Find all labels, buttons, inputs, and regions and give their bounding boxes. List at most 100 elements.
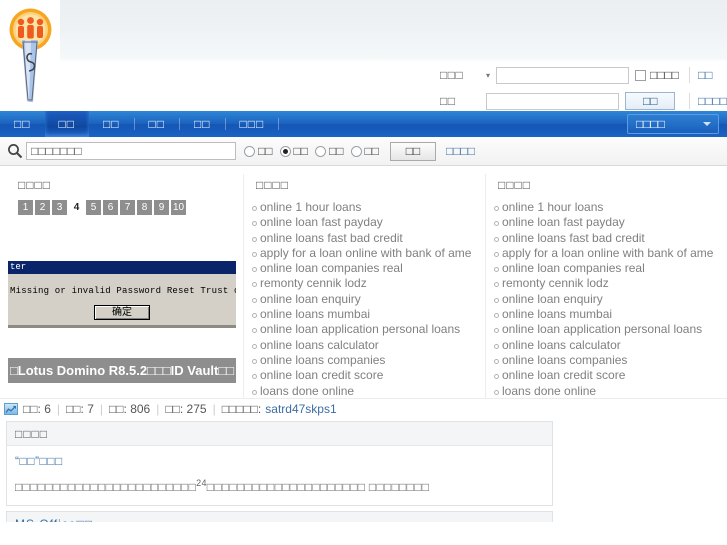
link-list-middle: online 1 hour loans online loan fast pay…	[246, 200, 485, 399]
nav-item-4[interactable]: □□	[180, 111, 225, 137]
list-item[interactable]: online loan credit score	[492, 368, 727, 383]
dialog-message: Missing or invalid Password Reset Trust …	[10, 286, 236, 296]
list-item[interactable]: online loans fast bad credit	[250, 231, 485, 246]
chevron-down-icon[interactable]: ▾	[480, 71, 496, 80]
list-item[interactable]: online loan enquiry	[250, 292, 485, 307]
panel-announcements: □□□□ “□□”□□□ □□□□□□□□□□□□□□□□□□□□□□□□24□…	[6, 421, 553, 506]
password-input[interactable]	[486, 92, 620, 110]
list-item[interactable]: online loan credit score	[250, 368, 485, 383]
divider	[689, 67, 690, 83]
header-form-row-1: □□□ ▾ □□□□ □□	[440, 62, 727, 88]
stat-1-value: 6	[44, 402, 51, 416]
announcement-desc-sup: 24	[196, 478, 207, 488]
page-button-current: 4	[73, 202, 80, 213]
search-radio-2[interactable]: □□	[315, 144, 344, 158]
forgot-password-link[interactable]: □□□□	[698, 94, 727, 108]
remember-me-label: □□□□	[650, 68, 679, 82]
list-item[interactable]: online loans calculator	[492, 338, 727, 353]
list-item[interactable]: online 1 hour loans	[492, 200, 727, 215]
nav-item-2[interactable]: □□	[89, 111, 134, 137]
search-radio-label-2: □□	[329, 144, 344, 158]
list-item[interactable]: apply for a loan online with bank of ame	[250, 246, 485, 261]
announcement-desc-part-b: □□□□□□□□□□□□□□□□□□□□□ □□□□□□□□	[206, 480, 430, 494]
column-left-title: □□□□	[18, 178, 51, 192]
page-button-2[interactable]: 2	[35, 200, 50, 215]
advanced-search-link[interactable]: □□□□	[446, 144, 475, 158]
page-button-1[interactable]: 1	[18, 200, 33, 215]
column-left: □□□□ 1 2 3 4 5 6 7 8 9 10 ter Missing or…	[0, 174, 243, 398]
stat-4-label: □□:	[165, 402, 184, 416]
password-label: □□	[440, 94, 456, 108]
search-input[interactable]	[26, 142, 236, 160]
username-input[interactable]	[496, 66, 629, 84]
list-item[interactable]: online loans calculator	[250, 338, 485, 353]
dialog-titlebar: ter	[8, 261, 236, 274]
list-item[interactable]: online loans mumbai	[492, 307, 727, 322]
search-radio-3[interactable]: □□	[350, 144, 380, 158]
page-button-5[interactable]: 5	[86, 200, 101, 215]
list-item[interactable]: loans done online	[250, 384, 485, 399]
list-item[interactable]: apply for a loan online with bank of ame	[492, 246, 727, 261]
featured-article-caption[interactable]: □Lotus Domino R8.5.2□□□ID Vault□□	[8, 358, 236, 383]
page-button-7[interactable]: 7	[120, 200, 135, 215]
page-button-8[interactable]: 8	[137, 200, 152, 215]
page-button-3[interactable]: 3	[52, 200, 67, 215]
divider	[689, 93, 690, 109]
embedded-dialog-screenshot[interactable]: ter Missing or invalid Password Reset Tr…	[8, 261, 236, 328]
newest-member-link[interactable]: satrd47skps1	[265, 402, 336, 416]
nav-item-0[interactable]: □□	[0, 111, 45, 137]
list-item[interactable]: online loans mumbai	[250, 307, 485, 322]
search-radio-label-3: □□	[364, 144, 380, 158]
announcement-title[interactable]: “□□”□□□	[15, 454, 544, 468]
page-button-6[interactable]: 6	[103, 200, 118, 215]
site-logo[interactable]	[0, 0, 60, 105]
search-radio-label-0: □□	[258, 144, 273, 158]
chart-icon	[4, 403, 18, 415]
list-item[interactable]: loans done online	[492, 384, 727, 399]
radio-icon	[244, 145, 255, 157]
divider: |	[56, 402, 60, 416]
column-right-title: □□□□	[498, 178, 531, 192]
register-link[interactable]: □□	[698, 68, 713, 82]
header-login-form: □□□ ▾ □□□□ □□ □□ □□ □□□□	[440, 62, 727, 114]
search-radio-label-1: □□	[293, 144, 309, 158]
main-navigation: □□ □□ □□ □□ □□ □□□ □□□□	[0, 111, 727, 137]
list-item[interactable]: online loans companies	[250, 353, 485, 368]
list-item[interactable]: remonty cennik lodz	[492, 276, 727, 291]
nav-item-3[interactable]: □□	[135, 111, 180, 137]
stat-1-label: □□:	[23, 402, 41, 416]
panel-announcements-title: □□□□	[7, 422, 552, 446]
list-item[interactable]: online loan fast payday	[250, 215, 485, 230]
list-item[interactable]: online loan application personal loans	[250, 322, 485, 337]
search-radio-0[interactable]: □□	[244, 144, 273, 158]
list-item[interactable]: online loan application personal loans	[492, 322, 727, 337]
search-submit-button[interactable]: □□	[390, 141, 436, 161]
stat-2-label: □□:	[66, 402, 84, 416]
list-item[interactable]: online loan fast payday	[492, 215, 727, 230]
account-type-label: □□□	[440, 68, 464, 82]
page-button-10[interactable]: 10	[171, 200, 187, 215]
column-right: □□□□ online 1 hour loans online loan fas…	[485, 174, 727, 398]
list-item[interactable]: online loan companies real	[492, 261, 727, 276]
login-button[interactable]: □□	[625, 92, 676, 110]
divider: |	[212, 402, 216, 416]
page-button-9[interactable]: 9	[154, 200, 169, 215]
panel-ms-office-title[interactable]: MS Office□□	[7, 512, 552, 522]
list-item[interactable]: online loans fast bad credit	[492, 231, 727, 246]
list-item[interactable]: online loans companies	[492, 353, 727, 368]
nav-item-5[interactable]: □□□	[226, 111, 279, 137]
list-item[interactable]: online loan enquiry	[492, 292, 727, 307]
nav-dropdown-button[interactable]: □□□□	[627, 114, 719, 134]
stat-3-value: 806	[130, 402, 151, 416]
list-item[interactable]: remonty cennik lodz	[250, 276, 485, 291]
panel-list: □□□□ “□□”□□□ □□□□□□□□□□□□□□□□□□□□□□□□24□…	[0, 419, 727, 522]
column-middle-title: □□□□	[256, 178, 289, 192]
search-radio-1[interactable]: □□	[279, 144, 309, 158]
main-content: □□□□ 1 2 3 4 5 6 7 8 9 10 ter Missing or…	[0, 166, 727, 398]
nav-divider	[278, 118, 280, 130]
remember-me-checkbox[interactable]	[635, 69, 646, 81]
stat-2-value: 7	[87, 402, 94, 416]
list-item[interactable]: online loan companies real	[250, 261, 485, 276]
nav-item-1[interactable]: □□	[44, 111, 89, 137]
list-item[interactable]: online 1 hour loans	[250, 200, 485, 215]
